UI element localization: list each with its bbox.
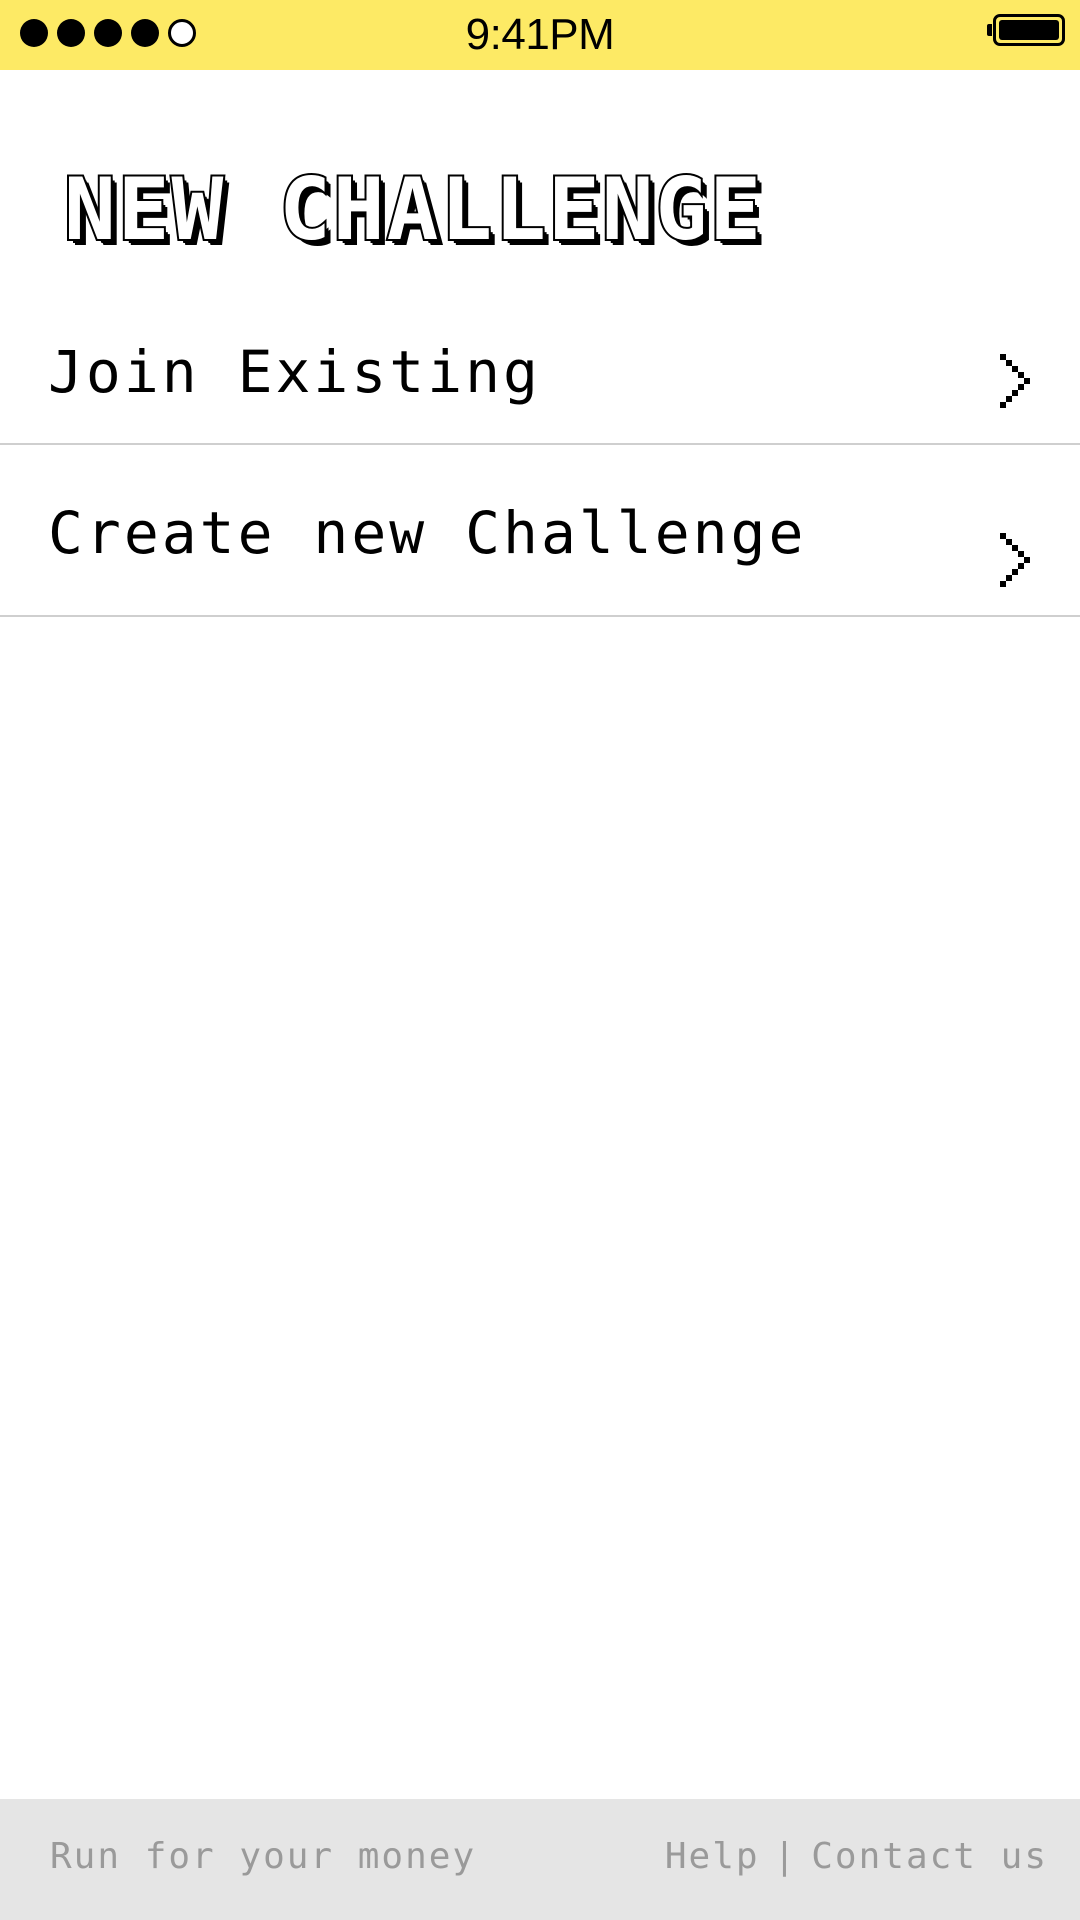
- footer-separator: |: [773, 1836, 798, 1877]
- footer-tagline: Run for your money: [50, 1836, 477, 1877]
- contact-us-link[interactable]: Contact us: [811, 1836, 1048, 1877]
- chevron-right-icon: [1000, 354, 1030, 408]
- chevron-right-icon: [1000, 533, 1030, 587]
- battery-fill: [999, 20, 1059, 40]
- join-existing-label: Join Existing: [48, 338, 541, 406]
- join-existing-item[interactable]: Join Existing: [0, 285, 1080, 445]
- help-link[interactable]: Help: [665, 1836, 760, 1877]
- footer: Run for your money Help | Contact us: [0, 1799, 1080, 1920]
- create-new-challenge-item[interactable]: Create new Challenge: [0, 445, 1080, 617]
- create-new-challenge-label: Create new Challenge: [48, 499, 807, 567]
- status-bar: 9:41PM: [0, 0, 1080, 70]
- footer-links: Help | Contact us: [665, 1832, 1048, 1882]
- page-title: NEW CHALLENGE: [62, 158, 764, 262]
- battery-icon: [987, 14, 1065, 46]
- status-time: 9:41PM: [465, 10, 615, 59]
- battery-nub: [987, 24, 992, 36]
- challenge-options-list: Join Existing Create new Challenge: [0, 285, 1080, 617]
